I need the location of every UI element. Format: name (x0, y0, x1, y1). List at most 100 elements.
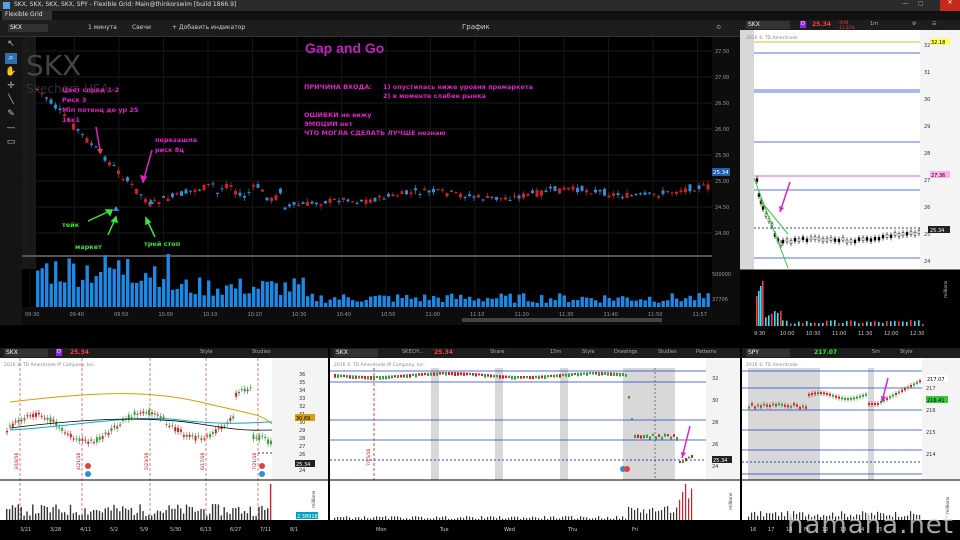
bm-symbol[interactable]: SKX (334, 349, 378, 357)
br-mid-label: 216.41 (927, 398, 945, 404)
volume-bar (333, 297, 337, 307)
volume-bar (634, 300, 638, 307)
bottom-mid-chart[interactable]: 2016 © TD Ameritrade IP Company, Inc. 32… (330, 358, 740, 540)
candle-body (598, 372, 600, 376)
bottom-left-chart[interactable]: 2016 © TD Ameritrade IP Company, Inc. 36… (0, 358, 328, 540)
candle-body (197, 435, 200, 437)
candle-body (540, 190, 543, 196)
candle-body (238, 192, 242, 196)
candle-body (499, 375, 501, 379)
candle-body (174, 427, 177, 432)
volume-bar (610, 518, 612, 520)
candle-body (646, 434, 648, 438)
y-tick: 27.50 (715, 49, 729, 55)
candle-body (550, 374, 552, 377)
br-interval[interactable]: 5m (872, 350, 880, 355)
volume-bar (220, 515, 222, 520)
pencil-icon[interactable]: ✎ (5, 109, 17, 120)
candle-body (684, 188, 687, 193)
candle-body (343, 374, 345, 378)
bl-studies-button[interactable]: Studies (252, 350, 271, 355)
br-style-button[interactable]: Style (900, 350, 913, 355)
text-tool-icon[interactable]: — (5, 123, 17, 134)
y-tick: 214 (926, 452, 936, 458)
candle-body (328, 198, 332, 203)
volume-tick-high: 500000 (712, 272, 731, 278)
right-top-symbol[interactable]: SKX (746, 21, 790, 29)
volume-bar (198, 277, 202, 307)
cursor-icon[interactable]: ↖ (5, 39, 17, 50)
right-top-interval[interactable]: 1m (870, 22, 878, 27)
right-top-menu-icon[interactable]: ☰ (932, 22, 936, 27)
zoom-icon[interactable]: ⌕ (5, 53, 17, 64)
volume-bar (782, 320, 784, 326)
volume-bar (17, 504, 19, 520)
pan-icon[interactable]: ✋ (5, 67, 17, 78)
candle-body (400, 374, 402, 378)
volume-bar (652, 507, 654, 520)
candle-body (621, 197, 624, 199)
bl-style-button[interactable]: Style (200, 350, 213, 355)
volume-bar (98, 510, 101, 520)
bm-style-button[interactable]: Style (582, 350, 595, 355)
candle-body (445, 193, 449, 197)
symbol-field[interactable]: SKX (8, 24, 48, 32)
improve-line: ЧТО МОГЛА СДЕЛАТЬ ЛУЧШЕ незнаю (304, 129, 446, 137)
candle-body (535, 189, 539, 197)
x-tick: 4/11 (80, 527, 91, 533)
br-symbol[interactable]: SPY (746, 349, 790, 357)
candle-body (553, 186, 557, 191)
crosshair-icon[interactable]: ✛ (5, 81, 17, 92)
right-top-settings-icon[interactable]: ⚙ (912, 22, 916, 27)
bl-symbol[interactable]: SKX (4, 349, 48, 357)
maximize-icon[interactable]: ▢ (918, 1, 924, 7)
close-icon[interactable]: ✕ (940, 0, 960, 11)
main-intraday-chart[interactable]: SKX Skechers USA Gap and Go Цвет спред 1… (22, 37, 740, 325)
tab-flexible-grid[interactable]: Flexible Grid (2, 11, 52, 20)
volume-bar (468, 296, 472, 307)
volume-bar (780, 310, 782, 326)
settings-icon[interactable]: ⚙ (716, 25, 721, 31)
volume-bar (484, 518, 486, 520)
volume-bar (702, 298, 706, 307)
bm-interval[interactable]: 15m (550, 350, 561, 355)
volume-bar (432, 295, 436, 307)
chart-type-select[interactable]: Свечи (132, 25, 151, 31)
add-indicator-button[interactable]: + Добавить индикатор (172, 25, 245, 31)
line-tool-icon[interactable]: ╲ (5, 95, 17, 106)
volume-bar (346, 516, 348, 520)
candle-body (868, 403, 870, 405)
horizontal-scrollbar[interactable] (462, 318, 662, 322)
rectangle-tool-icon[interactable]: ▭ (5, 137, 17, 148)
app-icon (3, 2, 10, 9)
bm-patterns-button[interactable]: Patterns (696, 350, 717, 355)
volume-bar (355, 517, 357, 520)
volume-bar (826, 320, 828, 326)
candle-body (441, 189, 444, 191)
volume-bar (415, 516, 417, 520)
y-tick: 26.50 (715, 101, 729, 107)
candle-body (385, 375, 387, 380)
note-line-3: Min потенц до ур 25 (62, 106, 139, 114)
candle-body (243, 388, 246, 392)
candle-body (144, 199, 147, 203)
candle-body (472, 372, 474, 376)
x-tick: 3/21 (20, 527, 31, 533)
volume-bar (11, 505, 14, 520)
bm-price: 25.34 (434, 349, 453, 356)
volume-bar (850, 320, 852, 326)
volume-bar (67, 258, 71, 307)
volume-bar (490, 298, 494, 307)
candle-body (853, 239, 857, 244)
candle-body (481, 373, 483, 377)
volume-bar (49, 512, 51, 520)
candle-body (110, 427, 113, 432)
right-top-chart[interactable]: 2016 © TD Ameritrade 323130292827262524 … (740, 30, 960, 348)
timeframe-select[interactable]: 1 минута (88, 25, 117, 31)
candle-body (35, 412, 37, 417)
volume-bar (387, 296, 391, 307)
minimize-icon[interactable]: — (902, 1, 908, 7)
bm-share-button[interactable]: Share (490, 350, 504, 355)
bm-drawings-button[interactable]: Drawings (614, 350, 637, 355)
bm-studies-button[interactable]: Studies (658, 350, 677, 355)
